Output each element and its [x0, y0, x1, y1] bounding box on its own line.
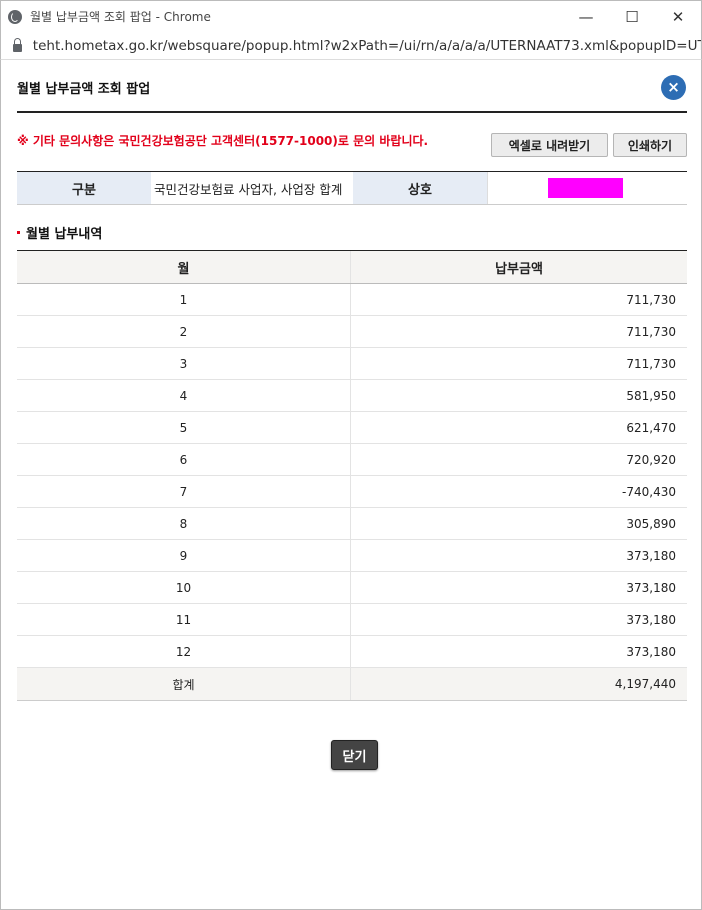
row-month: 4	[17, 380, 351, 411]
header-amount: 납부금액	[495, 261, 543, 277]
row-amount: 711,730	[626, 292, 676, 307]
total-label: 합계	[17, 668, 351, 700]
row-month: 11	[17, 604, 351, 635]
table-row: 10 373,180	[17, 572, 687, 604]
row-amount: -740,430	[622, 484, 676, 499]
table-row: 2 711,730	[17, 316, 687, 348]
section-title-text: 월별 납부내역	[26, 227, 103, 242]
notice-text: ※ 기타 문의사항은 국민건강보험공단 고객센터(1577-1000)로 문의 …	[17, 134, 429, 148]
table-row: 4 581,950	[17, 380, 687, 412]
table-row: 3 711,730	[17, 348, 687, 380]
table-row: 7 -740,430	[17, 476, 687, 508]
url-text[interactable]: teht.hometax.go.kr/websquare/popup.html?…	[33, 38, 701, 54]
row-month: 5	[17, 412, 351, 443]
bullet-icon	[17, 231, 20, 234]
globe-icon	[8, 9, 22, 24]
table-row: 1 711,730	[17, 284, 687, 316]
header-month: 월	[17, 251, 351, 283]
table-row: 6 720,920	[17, 444, 687, 476]
row-amount: 373,180	[626, 548, 676, 563]
popup-title: 월별 납부금액 조회 팝업	[17, 82, 151, 97]
info-table: 구분 국민건강보험료 사업자, 사업장 합계 상호	[17, 171, 687, 205]
row-amount: 720,920	[626, 452, 676, 467]
title-divider	[17, 111, 687, 113]
row-amount: 373,180	[626, 644, 676, 659]
company-value	[487, 172, 687, 204]
row-month: 1	[17, 284, 351, 315]
table-header: 월 납부금액	[17, 251, 687, 284]
monthly-payment-table: 월 납부금액 1 711,730 2 711,730 3 711,730 4 5…	[17, 250, 687, 701]
row-month: 7	[17, 476, 351, 507]
row-amount: 305,890	[626, 516, 676, 531]
row-month: 8	[17, 508, 351, 539]
maximize-button[interactable]: ☐	[609, 1, 655, 33]
company-label: 상호	[353, 172, 487, 204]
window-title: 월별 납부금액 조회 팝업 - Chrome	[30, 10, 211, 24]
minimize-button[interactable]: —	[563, 1, 609, 33]
category-label: 구분	[17, 172, 151, 204]
section-title: 월별 납부내역	[17, 223, 102, 242]
row-amount: 621,470	[626, 420, 676, 435]
redacted-block	[548, 178, 623, 198]
popup-content: 월별 납부금액 조회 팝업 × ※ 기타 문의사항은 국민건강보험공단 고객센터…	[0, 60, 702, 910]
row-amount: 581,950	[626, 388, 676, 403]
table-row: 9 373,180	[17, 540, 687, 572]
table-row: 12 373,180	[17, 636, 687, 668]
window-close-button[interactable]: ✕	[655, 1, 701, 33]
row-month: 12	[17, 636, 351, 667]
window-titlebar: 월별 납부금액 조회 팝업 - Chrome — ☐ ✕	[0, 0, 702, 32]
table-row: 8 305,890	[17, 508, 687, 540]
close-button[interactable]: 닫기	[331, 740, 378, 770]
table-row: 5 621,470	[17, 412, 687, 444]
table-row: 11 373,180	[17, 604, 687, 636]
address-bar[interactable]: teht.hometax.go.kr/websquare/popup.html?…	[0, 32, 702, 60]
row-amount: 373,180	[626, 612, 676, 627]
row-month: 9	[17, 540, 351, 571]
total-amount: 4,197,440	[614, 677, 676, 691]
row-amount: 711,730	[626, 356, 676, 371]
table-total-row: 합계 4,197,440	[17, 668, 687, 701]
row-month: 10	[17, 572, 351, 603]
close-icon[interactable]: ×	[661, 75, 686, 100]
lock-icon	[13, 37, 22, 52]
row-amount: 711,730	[626, 324, 676, 339]
print-button[interactable]: 인쇄하기	[613, 133, 687, 157]
window-controls: — ☐ ✕	[563, 1, 701, 33]
row-amount: 373,180	[626, 580, 676, 595]
excel-download-button[interactable]: 엑셀로 내려받기	[491, 133, 608, 157]
row-month: 2	[17, 316, 351, 347]
category-value: 국민건강보험료 사업자, 사업장 합계	[154, 181, 343, 197]
row-month: 3	[17, 348, 351, 379]
row-month: 6	[17, 444, 351, 475]
